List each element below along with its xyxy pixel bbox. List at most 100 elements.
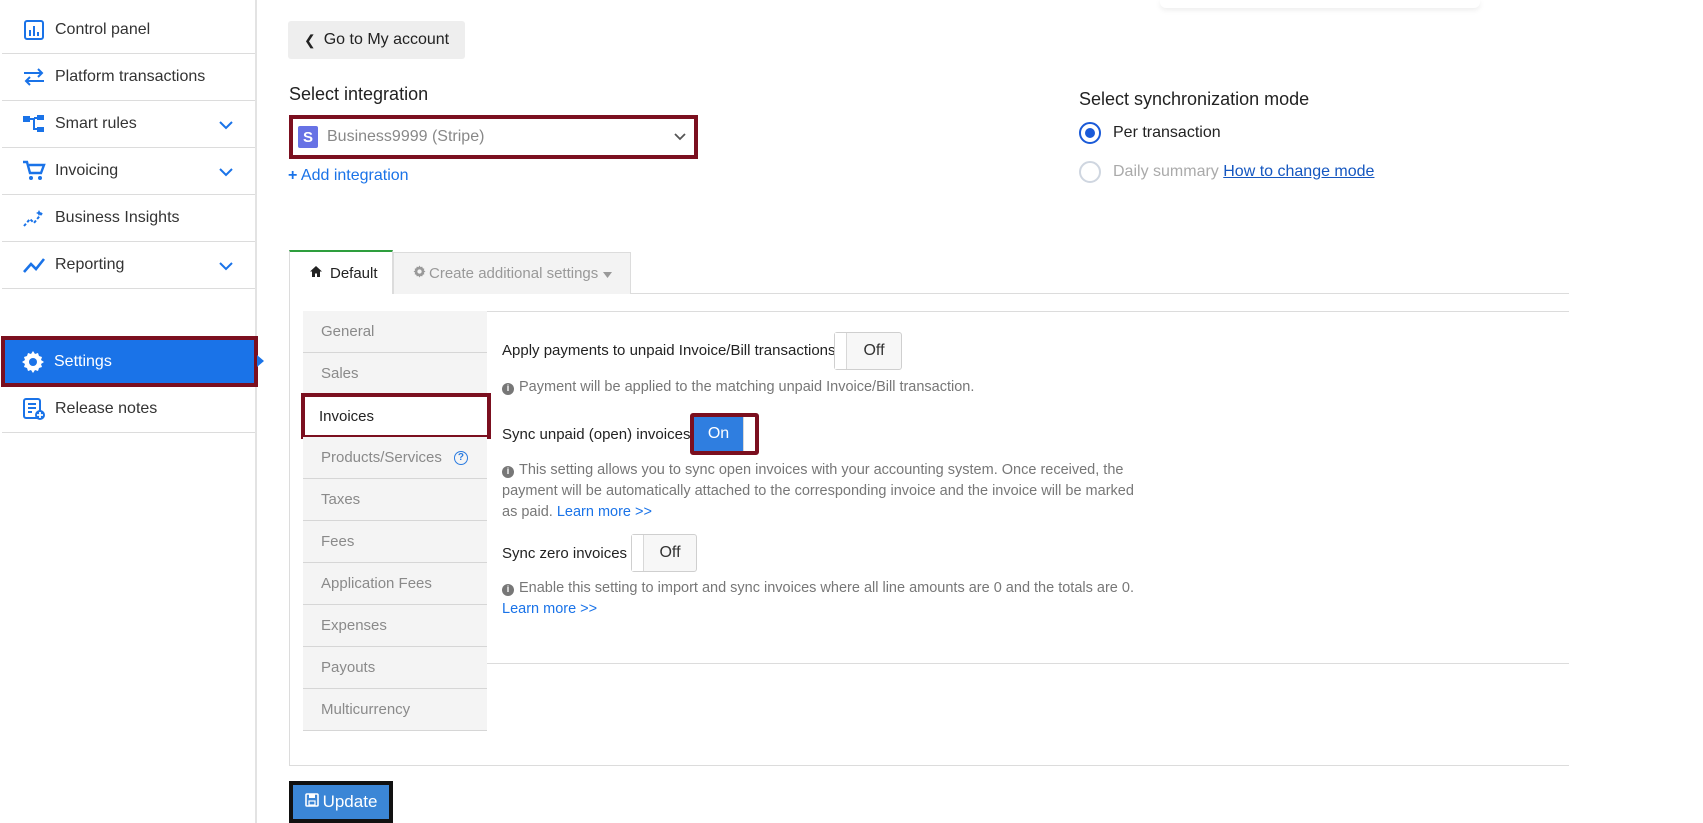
subnav-item-taxes[interactable]: Taxes [303, 479, 487, 521]
daily-summary-row: Daily summary How to change mode [1113, 163, 1374, 181]
top-shadow-strip [1160, 0, 1480, 8]
subnav-item-label: Multicurrency [321, 701, 411, 718]
subnav-item-label: General [321, 323, 375, 340]
toggle-state: Off [863, 342, 885, 359]
learn-more-link[interactable]: Learn more >> [557, 504, 652, 520]
integration-select[interactable]: S Business9999 (Stripe) [289, 115, 698, 159]
per-transaction-radio[interactable] [1079, 122, 1101, 144]
sidebar-item-label: Business Insights [55, 209, 180, 226]
sidebar: Control panel Platform transactions Smar… [0, 0, 258, 823]
subnav-item-products-services[interactable]: Products/Services ? [303, 437, 487, 479]
subnav-item-expenses[interactable]: Expenses [303, 605, 487, 647]
help-text-content: Payment will be applied to the matching … [519, 379, 975, 395]
sidebar-item-label: Settings [54, 352, 112, 370]
toggle-knob [743, 417, 755, 451]
hierarchy-icon [22, 112, 46, 136]
back-button-label: Go to My account [323, 31, 450, 48]
chevron-down-icon[interactable] [219, 117, 233, 135]
subnav-item-label: Invoices [319, 407, 375, 425]
sidebar-item-label: Invoicing [55, 162, 119, 179]
sidebar-item-label: Control panel [55, 21, 151, 38]
sidebar-item-release-notes[interactable]: Release notes [2, 386, 255, 433]
subnav-item-payouts[interactable]: Payouts [303, 647, 487, 689]
subnav-item-label: Payouts [321, 659, 376, 676]
chevron-down-icon [674, 128, 686, 146]
help-text-line: payment will be automatically attached t… [502, 483, 1134, 499]
chevron-left-icon: ❮ [304, 31, 316, 48]
add-integration-link[interactable]: + Add integration [288, 167, 409, 185]
stripe-logo-icon: S [298, 126, 318, 148]
update-button[interactable]: Update [289, 781, 393, 823]
sidebar-item-control-panel[interactable]: Control panel [2, 7, 255, 54]
subnav-item-general[interactable]: General [303, 311, 487, 353]
active-indicator-caret [257, 355, 264, 367]
sync-unpaid-help: i This setting allows you to sync open in… [502, 460, 1162, 523]
apply-payments-toggle[interactable]: Off [834, 332, 902, 370]
sync-zero-toggle[interactable]: Off [631, 534, 697, 572]
subnav-item-label: Expenses [321, 617, 387, 634]
chevron-down-icon[interactable] [219, 164, 233, 182]
update-label: Update [322, 792, 378, 811]
sparkle-chart-icon [22, 206, 46, 230]
info-icon: i [502, 465, 514, 478]
sidebar-item-label: Platform transactions [55, 68, 206, 85]
tab-create-additional-settings[interactable]: Create additional settings [393, 252, 631, 294]
sync-unpaid-label: Sync unpaid (open) invoices [502, 426, 691, 443]
learn-more-link[interactable]: Learn more >> [502, 601, 597, 617]
subnav-item-application-fees[interactable]: Application Fees [303, 563, 487, 605]
per-transaction-label: Per transaction [1113, 124, 1221, 141]
daily-summary-label: Daily summary [1113, 163, 1219, 180]
subnav-item-fees[interactable]: Fees [303, 521, 487, 563]
apply-payments-label: Apply payments to unpaid Invoice/Bill tr… [502, 342, 836, 359]
subnav-item-label: Fees [321, 533, 355, 550]
toggle-knob [632, 535, 644, 571]
info-icon: i [502, 382, 514, 395]
sidebar-item-business-insights[interactable]: Business Insights [2, 195, 255, 242]
transfer-arrows-icon [22, 65, 46, 89]
help-text-line: as paid. [502, 504, 553, 520]
toggle-state: Off [659, 544, 681, 561]
notes-icon [22, 397, 46, 421]
plus-icon: + [288, 167, 298, 184]
subnav-item-label: Taxes [321, 491, 361, 508]
save-icon [304, 792, 319, 812]
sidebar-item-label: Reporting [55, 256, 125, 273]
subnav-item-label: Sales [321, 365, 359, 382]
cart-icon [22, 159, 46, 183]
how-to-change-mode-link[interactable]: How to change mode [1223, 163, 1374, 180]
info-icon: i [502, 583, 514, 596]
sync-zero-label: Sync zero invoices [502, 545, 628, 562]
subnav-item-label: Application Fees [321, 575, 432, 592]
toggle-state: On [707, 425, 730, 442]
sync-mode-label: Select synchronization mode [1079, 89, 1310, 109]
add-integration-label: Add integration [300, 167, 409, 184]
tab-default-label: Default [330, 264, 378, 282]
trend-line-icon [22, 253, 46, 277]
gear-icon [21, 350, 45, 374]
sidebar-item-reporting[interactable]: Reporting [2, 242, 255, 289]
sidebar-item-smart-rules[interactable]: Smart rules [2, 101, 255, 148]
question-circle-icon[interactable]: ? [453, 450, 468, 465]
go-to-my-account-button[interactable]: ❮ Go to My account [288, 21, 465, 59]
select-integration-label: Select integration [289, 84, 429, 104]
sidebar-item-label: Release notes [55, 400, 158, 417]
apply-payments-help: i Payment will be applied to the matching… [502, 377, 974, 398]
subnav-item-invoices[interactable]: Invoices [301, 393, 491, 439]
tab-default[interactable]: Default [289, 250, 393, 294]
sidebar-item-invoicing[interactable]: Invoicing [2, 148, 255, 195]
subnav-item-sales[interactable]: Sales [303, 353, 487, 395]
sync-zero-help: i Enable this setting to import and sync … [502, 578, 1162, 620]
sidebar-item-settings[interactable]: Settings [1, 336, 258, 387]
chevron-down-icon[interactable] [219, 258, 233, 276]
tab-extra-label: Create additional settings [429, 265, 599, 282]
caret-down-icon [603, 265, 613, 282]
daily-summary-radio [1079, 161, 1101, 183]
sidebar-item-platform-transactions[interactable]: Platform transactions [2, 54, 255, 101]
integration-select-value: Business9999 (Stripe) [327, 128, 485, 145]
cog-icon [413, 265, 426, 282]
help-text-line: This setting allows you to sync open inv… [519, 462, 1124, 478]
sync-unpaid-toggle[interactable]: On [690, 413, 759, 455]
subnav-item-multicurrency[interactable]: Multicurrency [303, 689, 487, 731]
help-text-content: Enable this setting to import and sync i… [519, 580, 1134, 596]
home-icon [309, 265, 323, 282]
